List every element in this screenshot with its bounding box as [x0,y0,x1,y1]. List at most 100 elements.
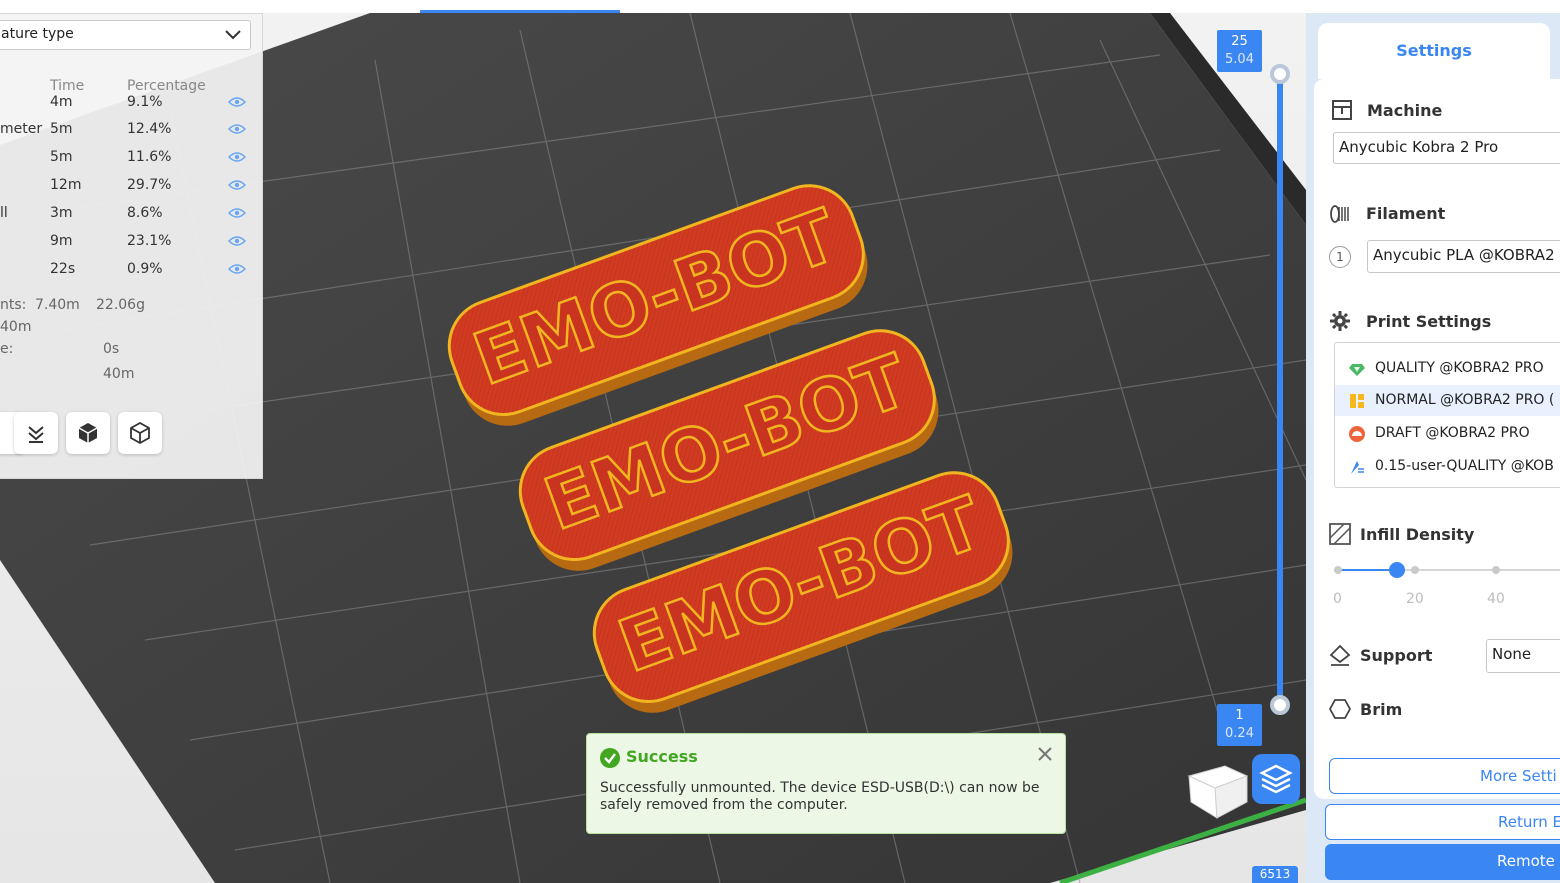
stats-row: meter 5m 12.4% [0,121,263,149]
chevron-down-icon [225,30,241,40]
slice-stats-panel: ature type Time Percentage 4m 9.1% meter… [0,13,263,479]
layer-slider-track[interactable] [1277,74,1283,706]
prepare-time: 0s [103,341,120,357]
wireframe-cube-icon [130,421,150,445]
layers-button[interactable] [1252,754,1300,804]
bottom-layer-height: 0.24 [1225,726,1254,741]
infill-slider-fill [1338,569,1396,571]
normal-icon [1350,394,1364,408]
stats-row: ll 3m 8.6% [0,205,263,233]
print-time: 40m [103,366,135,382]
filament-title: Filament [1366,204,1446,223]
close-icon[interactable] [1035,744,1055,764]
toast-title: Success [626,747,698,766]
row-percentage: 0.9% [127,261,163,277]
preset-normal[interactable]: NORMAL @KOBRA2 PRO ( [1335,385,1560,416]
stats-row: 12m 29.7% [0,177,263,205]
eye-icon[interactable] [228,151,246,163]
view-cube-icon[interactable] [1185,762,1255,820]
preset-label: DRAFT @KOBRA2 PRO [1375,425,1530,441]
infill-density-title: Infill Density [1360,525,1475,544]
support-select[interactable]: None [1486,639,1560,673]
preset-draft[interactable]: DRAFT @KOBRA2 PRO [1335,418,1560,449]
preset-user-quality[interactable]: 0.15-user-QUALITY @KOB [1335,451,1560,482]
more-settings-button[interactable]: More Setti [1329,758,1560,794]
top-layer-number: 25 [1231,34,1248,49]
machine-icon [1332,100,1352,120]
eye-icon[interactable] [228,235,246,247]
infill-tick-label: 20 [1406,591,1424,607]
wire-cube-button[interactable] [118,412,162,454]
layer-slider-top-handle[interactable] [1270,64,1290,84]
stats-row: 5m 11.6% [0,149,263,177]
filament-label: nts: [0,297,27,313]
row-percentage: 12.4% [127,121,172,137]
feature-type-label: ature type [1,26,74,42]
infill-slider-thumb[interactable] [1389,562,1405,578]
toast-message: Successfully unmounted. The device ESD-U… [600,780,1040,813]
row-time: 12m [50,177,82,193]
draft-icon [1349,426,1365,442]
row-label: ll [0,205,8,221]
eye-icon[interactable] [228,179,246,191]
infill-tick-label: 40 [1487,591,1505,607]
row-time: 3m [50,205,73,221]
eye-icon[interactable] [228,207,246,219]
row-time: 4m [50,94,73,110]
infill-slider-stop [1492,566,1500,574]
machine-title: Machine [1367,101,1443,120]
feature-type-select[interactable]: ature type [0,20,251,50]
brim-icon [1329,699,1351,719]
remote-print-button[interactable]: Remote [1325,844,1560,880]
top-layer-badge: 25 5.04 [1217,30,1262,72]
layers-icon [1259,764,1293,794]
filament-index: 1 [1329,246,1351,268]
stats-row: 4m 9.1% [0,94,263,122]
row-percentage: 29.7% [127,177,172,193]
top-bar [0,0,1560,13]
filament-length: 7.40m [35,297,80,313]
eye-icon[interactable] [228,96,246,108]
row-label: meter [0,121,43,137]
machine-select[interactable]: Anycubic Kobra 2 Pro [1333,132,1560,164]
eye-icon[interactable] [228,263,246,275]
user-preset-icon [1351,461,1364,474]
top-layer-height: 5.04 [1225,52,1254,67]
stats-row: 22s 0.9% [0,261,263,289]
prepare-label: e: [0,341,14,357]
support-icon [1329,644,1351,666]
total-time: 40m [0,319,32,335]
filament-weight: 22.06g [96,297,145,313]
infill-icon [1329,523,1351,545]
collapse-down-button[interactable] [14,412,58,454]
row-percentage: 23.1% [127,233,172,249]
col-time-header: Time [50,78,85,94]
double-chevron-down-icon [28,426,44,443]
return-edit-button[interactable]: Return E [1325,804,1560,840]
preset-label: NORMAL @KOBRA2 PRO ( [1375,392,1555,408]
bottom-layer-badge: 1 0.24 [1217,704,1262,746]
layer-slider-bottom-handle[interactable] [1270,695,1290,715]
bottom-layer-number: 1 [1235,708,1244,723]
eye-icon[interactable] [228,123,246,135]
infill-slider-stop [1334,566,1342,574]
success-toast: Success Successfully unmounted. The devi… [586,733,1066,834]
check-circle-icon [600,748,620,768]
preset-label: 0.15-user-QUALITY @KOB [1375,458,1554,474]
brim-title: Brim [1360,700,1403,719]
solid-cube-button[interactable] [66,412,110,454]
tab-settings[interactable]: Settings [1318,23,1550,79]
preset-quality[interactable]: QUALITY @KOBRA2 PRO [1335,353,1560,384]
filament-select[interactable]: Anycubic PLA @KOBRA2 P [1367,240,1560,273]
print-settings-title: Print Settings [1366,312,1492,331]
stats-row: 9m 23.1% [0,233,263,261]
row-time: 22s [50,261,76,277]
row-time: 5m [50,149,73,165]
support-title: Support [1360,646,1433,665]
infill-tick-label: 0 [1333,591,1342,607]
row-time: 9m [50,233,73,249]
row-percentage: 8.6% [127,205,163,221]
coordinate-readout: 6513 [1252,866,1298,883]
col-percentage-header: Percentage [127,78,206,94]
gear-icon [1330,311,1350,331]
